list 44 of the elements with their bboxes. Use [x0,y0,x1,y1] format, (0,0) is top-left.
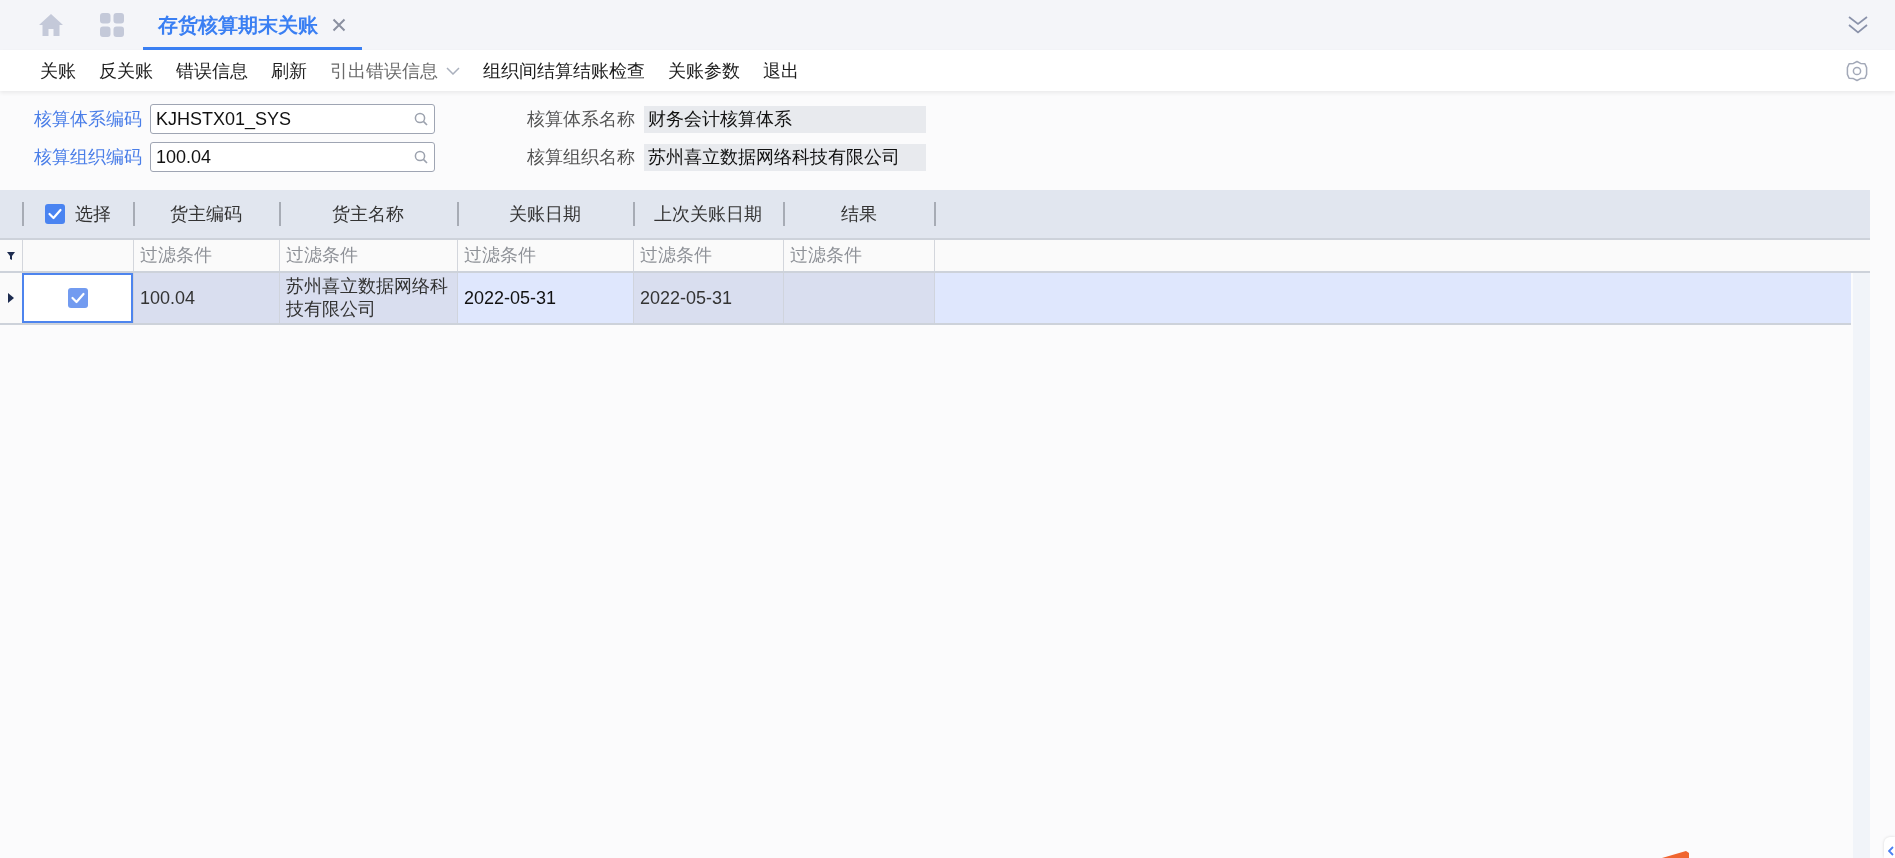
chevron-down-icon [446,66,460,75]
field-label: 核算体系编码 [34,108,142,131]
readonly-field: 财务会计核算体系 [644,105,926,133]
table-cell: 苏州喜立数据网络科技有限公司 [279,273,457,323]
row-checkbox[interactable] [67,288,88,308]
filter-field[interactable]: 过滤条件 [634,240,783,271]
grid-icon[interactable] [100,13,124,37]
field-label: 核算体系名称 [527,108,635,131]
scrollbar-track[interactable] [1853,273,1870,858]
settings-icon[interactable] [1846,59,1868,82]
toolbar-button[interactable]: 反关账 [99,58,153,83]
column-header[interactable]: 货主名称 [332,202,404,226]
filter-field[interactable]: 过滤条件 [134,240,279,271]
filter-icon[interactable] [7,251,15,260]
toolbar-button[interactable]: 刷新 [271,58,307,83]
toolbar-button[interactable]: 退出 [763,58,799,83]
column-header[interactable]: 货主编码 [170,202,242,226]
double-chevron-down-icon[interactable] [1848,16,1868,34]
lookup-field[interactable]: KJHSTX01_SYS [150,104,435,134]
table-cell: 2022-05-31 [633,273,783,323]
column-header[interactable]: 结果 [840,202,877,226]
column-header[interactable]: 关账日期 [509,202,581,226]
home-icon[interactable] [38,13,64,37]
lookup-field[interactable]: 100.04 [150,142,435,172]
floating-badge-icon[interactable] [1662,850,1690,858]
field-label: 核算组织编码 [34,146,142,169]
table-cell: 100.04 [133,273,279,323]
toolbar-button[interactable]: 组织间结算结账检查 [483,58,645,83]
toolbar-button[interactable]: 关账参数 [668,58,740,83]
search-icon[interactable] [414,112,428,126]
search-icon[interactable] [414,150,428,164]
toolbar-button[interactable]: 关账 [40,58,76,83]
readonly-field: 苏州喜立数据网络科技有限公司 [644,143,926,171]
select-all-checkbox[interactable] [44,204,65,224]
row-pointer-icon [8,293,14,303]
toolbar-button[interactable]: 错误信息 [176,58,248,83]
field-label: 核算组织名称 [527,146,635,169]
filter-field[interactable]: 过滤条件 [458,240,633,271]
column-header[interactable]: 选择 [74,202,111,226]
side-handle-icon[interactable] [1884,837,1895,858]
filter-field[interactable]: 过滤条件 [784,240,934,271]
filter-field[interactable]: 过滤条件 [280,240,457,271]
close-icon[interactable] [332,18,346,32]
column-header[interactable]: 上次关账日期 [654,202,762,226]
